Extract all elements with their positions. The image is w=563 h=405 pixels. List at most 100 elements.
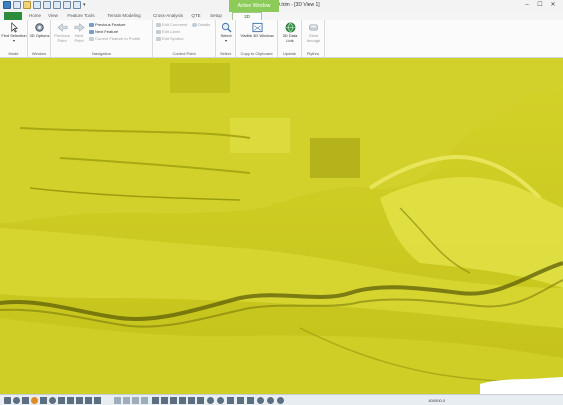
group-window: 3D Options Window: [28, 20, 51, 57]
group-mode-label: Mode: [8, 51, 19, 56]
previous-feature-button[interactable]: Previous Feature: [89, 22, 125, 28]
drive-through-button[interactable]: Drive through: [303, 22, 324, 43]
3d-options-label: 3D Options: [29, 33, 50, 38]
zoom-window-icon[interactable]: [237, 397, 244, 404]
next-feature-label: Next Feature: [95, 29, 119, 34]
previous-point-label: Previous Point: [54, 33, 70, 43]
group-navigation-label: Navigation: [92, 51, 111, 56]
previous-feature-label: Previous Feature: [95, 22, 126, 27]
3d-options-button[interactable]: 3D Options: [29, 22, 50, 39]
tab-view[interactable]: View: [46, 12, 60, 20]
edit-label-label: Edit Label: [162, 29, 180, 34]
group-select: Select ▾ Select: [216, 20, 236, 57]
pan-hand-icon[interactable]: [247, 397, 254, 404]
tab-3d[interactable]: 3D: [232, 12, 262, 20]
edit-label-button[interactable]: Edit Label: [156, 29, 180, 35]
grid-icon[interactable]: [67, 397, 74, 404]
pan-icon[interactable]: [4, 397, 11, 404]
arrow-right-icon[interactable]: [123, 397, 130, 404]
globe-icon: [285, 22, 295, 33]
group-flythru: Drive through Flythru: [302, 20, 325, 57]
terrain-surface: [0, 58, 563, 394]
tab-cross-analysis[interactable]: Cross-Analysis: [148, 12, 188, 20]
select-caret: ▾: [224, 37, 227, 43]
previous-feature-icon: [89, 22, 94, 27]
page-icon[interactable]: [188, 397, 195, 404]
page-icon[interactable]: [170, 397, 177, 404]
tab-home[interactable]: Home: [24, 12, 46, 20]
refresh-icon[interactable]: [49, 397, 56, 404]
comment-icon: [156, 22, 161, 27]
ribbon: Find Selection ▾ Mode 3D Options Window …: [0, 20, 563, 58]
coordinate-readout: 400000.0: [428, 398, 445, 403]
select-button[interactable]: Select ▾: [217, 22, 235, 43]
first-icon[interactable]: [152, 397, 159, 404]
group-update-label: Update: [283, 51, 296, 56]
zoom-in-icon[interactable]: [257, 397, 264, 404]
group-update: 3D Data Link Update: [278, 20, 302, 57]
arrow-left-icon: [56, 23, 67, 32]
find-selection-label: Find Selection ▾: [1, 33, 27, 43]
zoom-out-icon[interactable]: [217, 397, 224, 404]
application-window: ▾ Terrain - Mike3D.trim - [3D View 1] Ac…: [0, 0, 563, 405]
visible-3d-window-label: Visible 3D Window: [240, 33, 274, 38]
zoom-extents-icon[interactable]: [227, 397, 234, 404]
3d-data-link-button[interactable]: 3D Data Link: [279, 22, 301, 43]
zoom-previous-icon[interactable]: [277, 397, 284, 404]
group-control-point-label: Control Point: [172, 51, 196, 56]
edit-comment-label: Edit Comment: [162, 22, 188, 27]
title-bar: ▾ Terrain - Mike3D.trim - [3D View 1] Ac…: [0, 0, 563, 12]
car-icon: [309, 24, 318, 31]
previous-point-button[interactable]: Previous Point: [53, 22, 71, 43]
arrow-right-icon[interactable]: [141, 397, 148, 404]
current-feature-label: Current Feature to Profile: [95, 36, 141, 41]
edit-comment-button[interactable]: Edit Comment: [156, 22, 187, 28]
page-icon[interactable]: [179, 397, 186, 404]
settings-icon[interactable]: [58, 397, 65, 404]
zoom-out-icon[interactable]: [267, 397, 274, 404]
visible-3d-window-button[interactable]: Visible 3D Window: [238, 22, 276, 39]
details-button[interactable]: Details: [192, 22, 210, 28]
tab-qte[interactable]: QTE: [188, 12, 204, 20]
rotate-icon[interactable]: [13, 397, 20, 404]
zoom-in-icon[interactable]: [207, 397, 214, 404]
cursor-icon: [10, 22, 18, 33]
page-icon[interactable]: [197, 397, 204, 404]
lock-icon[interactable]: [76, 397, 83, 404]
camera-icon[interactable]: [85, 397, 92, 404]
edit-symbol-button[interactable]: Edit Symbol: [156, 36, 183, 42]
globe-icon[interactable]: [31, 397, 38, 404]
3d-view-canvas[interactable]: [0, 58, 563, 394]
page-icon[interactable]: [161, 397, 168, 404]
details-icon: [192, 22, 197, 27]
window-title: Terrain - Mike3D.trim - [3D View 1]: [243, 2, 320, 8]
profile-icon: [89, 36, 94, 41]
status-bar: 400000.0: [0, 394, 563, 405]
next-point-button[interactable]: Next Point: [71, 22, 87, 43]
label-icon: [156, 29, 161, 34]
maximize-button[interactable]: ☐: [535, 1, 545, 10]
select-magnifier-icon: [221, 22, 232, 33]
next-point-label: Next Point: [74, 33, 84, 43]
current-feature-button[interactable]: Current Feature to Profile: [89, 36, 140, 42]
file-tab[interactable]: [4, 12, 22, 20]
close-button[interactable]: ✕: [548, 1, 558, 10]
group-copy: Visible 3D Window Copy to Clipboard: [236, 20, 278, 57]
measure-icon[interactable]: [94, 397, 101, 404]
find-selection-button[interactable]: Find Selection ▾: [1, 22, 27, 43]
group-control-point: Edit Comment Details Edit Label Edit Sym…: [153, 20, 216, 57]
minimize-button[interactable]: –: [522, 1, 532, 10]
terrain-block: [310, 138, 360, 178]
edit-symbol-label: Edit Symbol: [162, 36, 184, 41]
tab-feature-tools[interactable]: Feature Tools: [62, 12, 100, 20]
gear-icon: [35, 23, 44, 32]
profile-view-icon[interactable]: [22, 397, 29, 404]
next-feature-button[interactable]: Next Feature: [89, 29, 118, 35]
tab-setup[interactable]: Setup: [205, 12, 227, 20]
arrow-left-icon[interactable]: [114, 397, 121, 404]
arrow-left-icon[interactable]: [132, 397, 139, 404]
arrow-right-icon: [74, 23, 85, 32]
window-capture-icon: [251, 22, 263, 33]
layers-icon[interactable]: [40, 397, 47, 404]
tab-terrain-modeling[interactable]: Terrain Modeling: [102, 12, 146, 20]
